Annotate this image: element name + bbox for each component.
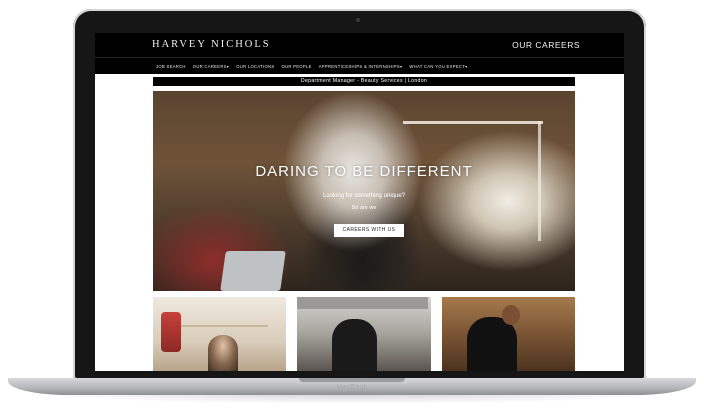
chef-photo [332,319,378,371]
nav-item-what-to-expect[interactable]: WHAT CAN YOU EXPECT▾ [409,64,467,69]
chef-head-photo [501,305,520,325]
job-banner: Department Manager - Beauty Services | L… [153,77,575,86]
site-header: HARVEY NICHOLS OUR CAREERS [95,33,624,57]
laptop-lid: HARVEY NICHOLS OUR CAREERS JOB SEARCH OU… [73,9,646,380]
laptop-screen: HARVEY NICHOLS OUR CAREERS JOB SEARCH OU… [95,33,624,371]
hero-subtitle-2: So are we [351,205,377,211]
hero-section: DARING TO BE DIFFERENT Looking for somet… [153,91,575,291]
hero-light-bar [403,121,543,124]
hero-title: DARING TO BE DIFFERENT [255,163,473,180]
site-logo[interactable]: HARVEY NICHOLS [152,39,271,50]
nav-item-job-search[interactable]: JOB SEARCH [156,64,186,69]
nav-item-our-people[interactable]: OUR PEOPLE [281,64,311,69]
nav-item-our-locations[interactable]: OUR LOCATIONS [236,64,274,69]
feature-tiles [153,297,575,371]
careers-with-us-button[interactable]: CAREERS WITH US [334,224,404,237]
hero-tablet-image [220,251,286,291]
chef-photo [466,317,517,371]
main-nav: JOB SEARCH OUR CAREERS▾ OUR LOCATIONS OU… [95,57,624,74]
nav-item-our-careers[interactable]: OUR CAREERS▾ [193,64,229,69]
kitchen-hood-image [297,297,429,309]
laptop-notch [299,378,405,382]
device-label: MacBook [336,384,368,391]
tile-kitchen[interactable] [297,297,431,371]
camera-dot [356,18,360,22]
hero-subtitle: Looking for something unique? [322,193,406,199]
shoes-image [161,312,181,352]
shelf-image [168,325,268,327]
hero-light-post [538,121,541,241]
careers-heading[interactable]: OUR CAREERS [512,40,580,50]
tile-shoes-store[interactable] [153,297,287,371]
tile-restaurant[interactable] [441,297,575,371]
staff-photo [208,335,238,371]
nav-item-apprenticeships[interactable]: APPRENTICESHIPS & INTERNSHIPS▾ [319,64,403,69]
